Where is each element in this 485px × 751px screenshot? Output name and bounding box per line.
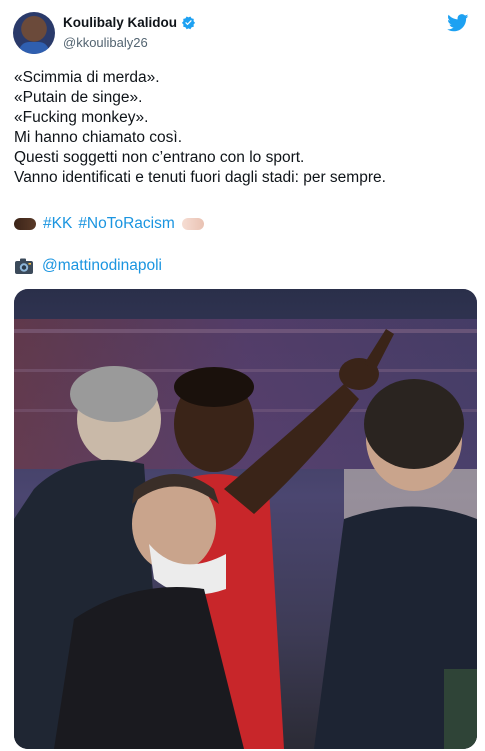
tweet-line: «Scimmia di merda». xyxy=(14,69,160,86)
photo-credit-row: @mattinodinapoli xyxy=(14,256,162,276)
fist-bump-light-icon xyxy=(181,218,204,230)
tweet-line: «Fucking monkey». xyxy=(14,109,149,126)
tweet-line: «Putain de singe». xyxy=(14,89,143,106)
tweet-photo-illustration xyxy=(14,289,477,749)
twitter-bird-icon[interactable] xyxy=(447,14,469,32)
fist-bump-dark-icon xyxy=(14,218,36,230)
author-handle[interactable]: @kkoulibaly26 xyxy=(63,35,148,50)
verified-badge-icon xyxy=(181,16,196,30)
author-display-name[interactable]: Koulibaly Kalidou xyxy=(63,15,177,30)
avatar-shirt xyxy=(19,42,49,54)
avatar[interactable] xyxy=(13,12,55,54)
hashtag-notoracism[interactable]: #NoToRacism xyxy=(78,214,174,234)
author-name-row[interactable]: Koulibaly Kalidou xyxy=(63,15,196,30)
tweet-photo[interactable] xyxy=(14,289,477,749)
photo-credit-mention[interactable]: @mattinodinapoli xyxy=(42,256,162,276)
hashtags-row: #KK #NoToRacism xyxy=(14,214,204,234)
hashtag-kk[interactable]: #KK xyxy=(43,214,72,234)
tweet-line: Questi soggetti non c’entrano con lo spo… xyxy=(14,149,305,166)
tweet-line: Mi hanno chiamato così. xyxy=(14,129,183,146)
tweet-text: «Scimmia di merda». «Putain de singe». «… xyxy=(14,68,474,188)
camera-icon xyxy=(15,258,33,274)
tweet-line: Vanno identificati e tenuti fuori dagli … xyxy=(14,169,386,186)
